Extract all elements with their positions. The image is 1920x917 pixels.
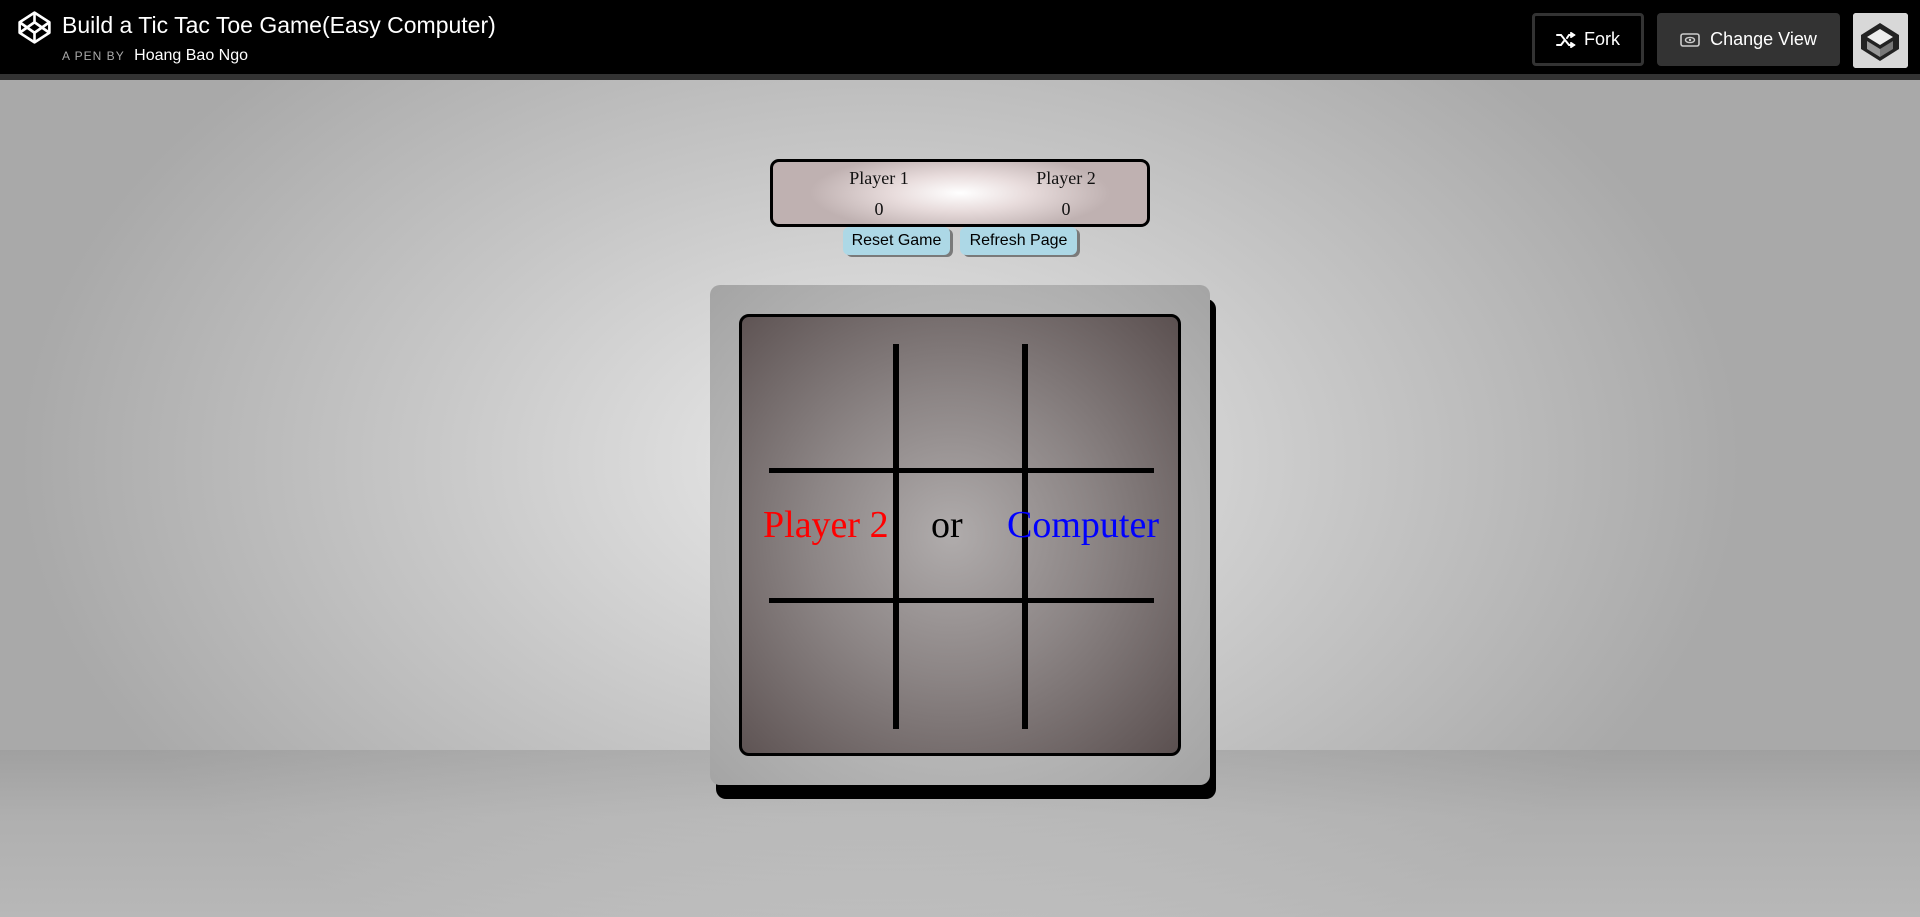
codepen-logo-icon[interactable] (17, 10, 52, 45)
player1-score: 0 (874, 199, 884, 219)
avatar[interactable] (1853, 13, 1908, 68)
fork-label: Fork (1584, 29, 1620, 49)
refresh-page-button[interactable]: Refresh Page (960, 227, 1077, 255)
pen-title: Build a Tic Tac Toe Game(Easy Computer) (62, 12, 496, 38)
author-link[interactable]: Hoang Bao Ngo (134, 47, 248, 64)
choose-player2-option[interactable]: Player 2 (763, 501, 889, 549)
reset-game-button[interactable]: Reset Game (843, 227, 950, 255)
choice-separator: or (931, 504, 963, 546)
player1-label: Player 1 (849, 168, 909, 188)
change-view-button[interactable]: Change View (1657, 13, 1840, 66)
player2-score-column: Player 2 0 (996, 166, 1136, 221)
player2-label: Player 2 (1036, 168, 1096, 188)
change-view-label: Change View (1710, 29, 1817, 49)
choose-computer-option[interactable]: Computer (1007, 501, 1159, 549)
codepen-header: Build a Tic Tac Toe Game(Easy Computer) … (0, 0, 1920, 80)
player2-score: 0 (1061, 199, 1071, 219)
grid-line-vertical-1 (893, 344, 899, 729)
byline-prefix: A PEN BY (62, 49, 125, 63)
grid-line-horizontal-2 (769, 598, 1154, 603)
grid-line-horizontal-1 (769, 468, 1154, 473)
pen-byline: A PEN BY Hoang Bao Ngo (62, 47, 248, 65)
avatar-icon (1853, 13, 1908, 68)
result-stage: Player 1 0 Player 2 0 Reset Game Refresh… (0, 80, 1920, 917)
fork-icon (1556, 31, 1576, 48)
fork-button[interactable]: Fork (1532, 13, 1644, 66)
scoreboard: Player 1 0 Player 2 0 (770, 159, 1150, 227)
eye-icon (1680, 32, 1700, 47)
player1-score-column: Player 1 0 (809, 166, 949, 221)
